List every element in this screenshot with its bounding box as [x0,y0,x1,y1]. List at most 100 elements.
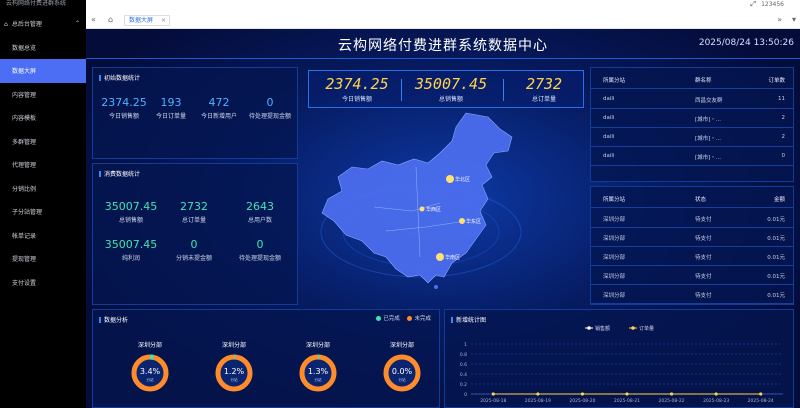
table-cell: 深圳分部 [603,236,626,242]
donut-sub: 分站 [315,377,323,382]
sidebar: 云构网络付费进群系统 ⌂ 总后台管理 ⌃ 数据总览 数据大屏 内容管理 内容模板 多群管理… [0,0,86,408]
table-cell: 金额 [773,197,785,203]
stat-label: 分销未提金额 [175,255,212,262]
stat-card: 2643 总用户数 [225,200,295,225]
sales-stats-title: 消费数据统计 [99,169,140,178]
table-cell: 待支付 [695,274,712,280]
stat-card: 35007.45 总销售额 [99,200,163,225]
stat-value: 0 [256,238,264,251]
donut-percent: 1.2% [224,367,245,376]
dashboard-header: 云构网络付费进群系统数据中心 2025/08/24 13:50:26 [86,29,800,59]
sidebar-item[interactable]: 子分站管理 [0,200,86,224]
sidebar-item-label: 提现管理 [12,256,37,264]
table-cell: [城市]・... [695,117,722,123]
tab-bar: « ⌂ 数据大屏 × » ▾ [86,12,800,29]
table-row: 深圳分部 待支付 0.01元 [591,266,793,285]
y-tick-label: 0.4 [460,372,467,378]
table-cell: 0.01元 [767,217,785,223]
branch-donut: 深圳分部 0.0% 分站 [367,340,437,393]
table-cell: [城市]・... [695,136,722,142]
x-tick-label: 2025-08-18 [480,398,506,404]
map-point-label: 华东区 [466,218,481,225]
sidebar-item[interactable]: 代理管理 [0,153,86,177]
sidebar-group-label: 总后台管理 [11,21,42,29]
series-point [625,392,629,396]
sidebar-item-label: 数据大屏 [12,68,37,76]
close-icon[interactable]: × [161,16,166,26]
branch-legend: 已完成 未完成 [370,314,431,322]
dashboard-title: 云构网络付费进群系统数据中心 [338,38,548,54]
map-point-label: 华北区 [455,176,470,183]
table-cell: 11 [778,96,785,102]
dashboard-screen: 云构网络付费进群系统数据中心 2025/08/24 13:50:26 初始数据统… [86,29,800,408]
map-point-south[interactable]: 华南区 [436,253,460,261]
stat-value: 2643 [246,200,274,213]
orders-table-panel: 所属分站 状态 金额 深圳分部 待支付 0.01元 深圳分部 待支付 0.01元 深圳分部 待支付 0… [590,186,794,305]
y-tick-label: 0.2 [460,382,467,388]
center-stat-value: 2374.25 [325,75,389,93]
x-tick-label: 2025-08-20 [569,398,595,404]
legend-marker [631,326,635,330]
donut-percent: 0.0% [392,367,413,376]
sidebar-item[interactable]: 提现管理 [0,247,86,271]
map-point-east[interactable]: 华东区 [459,218,481,225]
stat-value: 472 [208,96,230,109]
center-stat-label: 今日销售额 [341,96,372,103]
fullscreen-icon[interactable]: ⤢ [750,0,756,9]
stat-value: 35007.45 [104,200,158,213]
y-tick-label: 0.6 [460,362,467,368]
center-stat-value: 35007.45 [414,75,488,93]
sidebar-item[interactable]: 帐单记录 [0,224,86,248]
series-point [580,392,584,396]
sidebar-group-admin[interactable]: ⌂ 总后台管理 ⌃ [0,12,86,36]
stat-value: 35007.45 [104,238,158,251]
sidebar-item[interactable]: 多群管理 [0,130,86,154]
chevron-up-icon: ⌃ [74,20,80,28]
center-stat-value: 2732 [525,75,563,93]
tabs-next-icon[interactable]: » [777,15,782,24]
sidebar-item[interactable]: 数据大屏 [0,59,86,83]
tab-dashboard-screen[interactable]: 数据大屏 × [124,15,170,26]
donut-percent: 3.4% [140,367,161,376]
map-point-label: 华西区 [426,206,441,213]
table-row: 深圳分部 待支付 0.01元 [591,209,793,228]
user-name[interactable]: 123456 [761,1,784,8]
map-island [434,285,438,289]
sidebar-item[interactable]: 内容管理 [0,83,86,107]
stat-label: 总订单量 [181,217,206,224]
sidebar-item[interactable]: 分销比例 [0,177,86,201]
stat-card: 0 待处理提现金额 [225,238,295,263]
sidebar-item[interactable]: 数据总览 [0,36,86,60]
tab-label: 数据大屏 [129,17,154,24]
legend-dot-todo [407,316,413,321]
legend-label-done: 已完成 [383,316,400,322]
tabs-more-icon[interactable]: ▾ [792,15,796,24]
sidebar-item[interactable]: 内容模板 [0,106,86,130]
sidebar-item[interactable]: 支付设置 [0,271,86,295]
table-cell: 订单数 [768,78,785,84]
stat-value: 2374.25 [101,96,147,109]
table-cell: [城市]・... [695,155,722,161]
china-map: 华北区 华西区 华东区 华南区 [320,112,522,289]
table-cell: 0.01元 [767,293,785,299]
donut-ring: 1.3%分站 [299,354,337,392]
series-point [670,392,674,396]
table-row: daili [城市]・... 2 [591,109,793,128]
branch-analysis-title: 数据分析 [99,315,128,324]
stat-label: 纯利润 [121,255,140,262]
table-cell: 深圳分部 [603,293,626,299]
branch-name: 深圳分部 [221,342,246,349]
tabs-home-icon[interactable]: ⌂ [108,15,113,24]
sidebar-item-label: 代理管理 [12,162,37,170]
map-point-north[interactable]: 华北区 [446,175,470,183]
stat-card: 2374.25 今日销售额 [95,96,153,121]
x-tick-label: 2025-08-19 [525,398,551,404]
series-point [491,392,495,396]
sidebar-item-label: 帐单记录 [12,232,37,240]
center-stat-label: 总订单量 [531,96,556,103]
series-point [714,392,718,396]
dashboard-datetime: 2025/08/24 13:50:26 [698,38,794,48]
divider [401,79,402,101]
sales-stats-panel: 消费数据统计 35007.45 总销售额 2732 总订单量 2643 总用户数 35007… [92,163,298,305]
tabs-prev-icon[interactable]: « [91,15,96,24]
